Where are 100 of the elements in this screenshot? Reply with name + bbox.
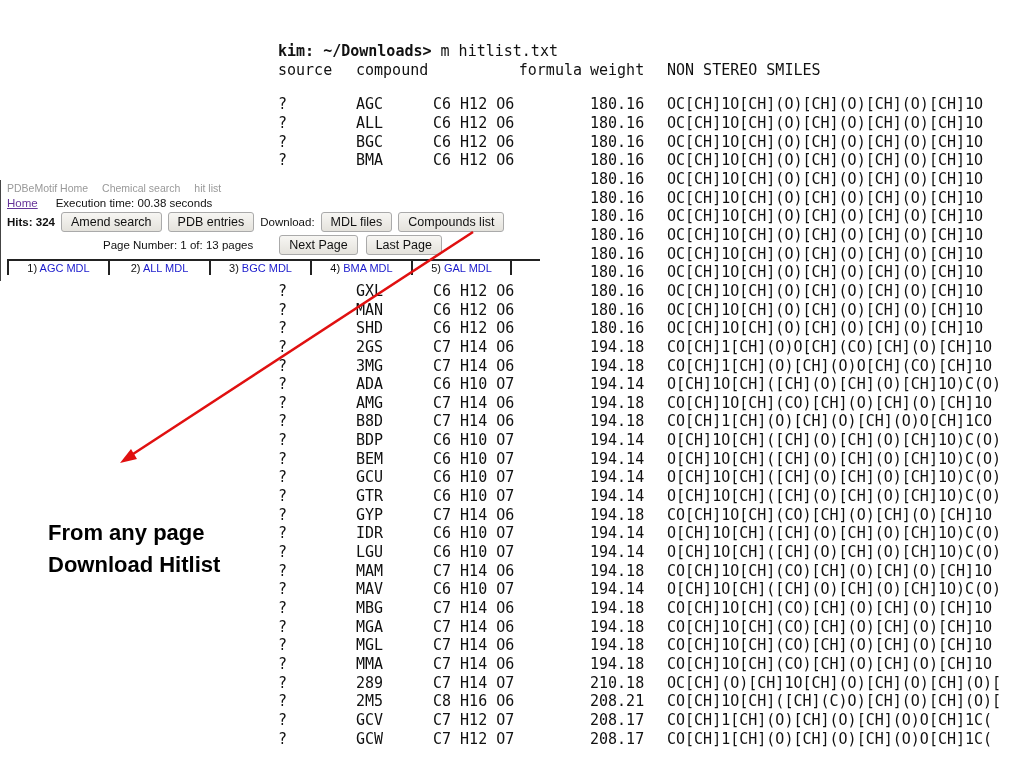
- weight-text: 180.16: [590, 113, 646, 133]
- compound-code: MAN: [356, 300, 385, 320]
- smiles-text: O[CH]1O[CH]([CH](O)[CH](O)[CH]1O)C(O): [667, 375, 1002, 394]
- smiles-text: OC[CH]1O[CH](O)[CH](O)[CH](O)[CH]1O: [667, 169, 985, 189]
- smiles-text: CO[CH]1O[CH](CO)[CH](O)[CH](O)[CH]1O: [667, 655, 994, 674]
- action-button[interactable]: PDB entries: [167, 212, 255, 232]
- weight-text: 194.14: [590, 524, 646, 544]
- download-label: Download:: [260, 216, 315, 228]
- weight-text: 208.21: [590, 692, 646, 711]
- source-text: ?: [278, 692, 289, 711]
- source-text: ?: [278, 505, 289, 525]
- page-button[interactable]: Next Page: [279, 235, 358, 255]
- smiles-text: OC[CH]1O[CH](O)[CH](O)[CH](O)[CH]1O: [667, 300, 985, 320]
- formula-text: C7 H14 O6: [433, 599, 516, 618]
- weight-text: 194.18: [590, 655, 646, 674]
- weight-text: 180.16: [590, 300, 646, 320]
- weight-text: 194.14: [590, 449, 646, 469]
- source-text: ?: [278, 132, 289, 152]
- weight-text: 180.16: [590, 207, 646, 226]
- mdl-link[interactable]: BMA MDL: [343, 262, 393, 274]
- weight-text: 180.16: [590, 132, 646, 152]
- page-button[interactable]: Last Page: [365, 235, 442, 255]
- action-button[interactable]: Amend search: [60, 212, 162, 232]
- source-text: ?: [278, 113, 289, 133]
- compound-code: GCU: [356, 468, 385, 488]
- compound-code: MAM: [356, 561, 385, 581]
- source-text: ?: [278, 543, 289, 562]
- formula-text: C6 H10 O7: [433, 468, 516, 488]
- formula-text: C7 H14 O6: [433, 636, 516, 655]
- formula-text: C6 H12 O6: [433, 113, 516, 133]
- formula-text: C6 H10 O7: [433, 524, 516, 544]
- compound-code: MGA: [356, 617, 385, 637]
- source-text: ?: [278, 487, 289, 506]
- download-button[interactable]: MDL files: [320, 212, 393, 232]
- smiles-text: OC[CH]1O[CH](O)[CH](O)[CH](O)[CH]1O: [667, 281, 985, 301]
- smiles-text: O[CH]1O[CH]([CH](O)[CH](O)[CH]1O)C(O): [667, 449, 1002, 469]
- smiles-text: OC[CH]1O[CH](O)[CH](O)[CH](O)[CH]1O: [667, 188, 985, 208]
- smiles-text: CO[CH]1O[CH]([CH](C)O)[CH](O)[CH](O)[: [667, 692, 1002, 711]
- smiles-text: CO[CH]1[CH](O)[CH](O)O[CH](CO)[CH]1O: [667, 356, 994, 376]
- mdl-link[interactable]: AGC MDL: [39, 262, 90, 274]
- compound-code: 289: [356, 673, 385, 693]
- weight-text: 208.17: [590, 710, 646, 730]
- source-text: ?: [278, 393, 289, 413]
- formula-text: C6 H10 O7: [433, 431, 516, 450]
- mdl-link[interactable]: BGC MDL: [241, 262, 292, 274]
- weight-text: 194.14: [590, 487, 646, 506]
- column-header: NON STEREO SMILES: [667, 60, 822, 80]
- column-header: formula: [517, 60, 583, 80]
- weight-text: 180.16: [590, 263, 646, 282]
- weight-text: 180.16: [590, 319, 646, 338]
- formula-text: C6 H10 O7: [433, 543, 516, 562]
- weight-text: 194.14: [590, 431, 646, 450]
- home-link[interactable]: Home: [7, 197, 38, 209]
- mdl-link[interactable]: ALL MDL: [142, 262, 189, 274]
- formula-text: C7 H12 O7: [433, 710, 516, 730]
- compound-code: MMA: [356, 655, 385, 674]
- compound-code: ALL: [356, 113, 385, 133]
- smiles-text: CO[CH]1O[CH](CO)[CH](O)[CH](O)[CH]1O: [667, 561, 994, 581]
- compound-code: GTR: [356, 487, 385, 506]
- smiles-text: OC[CH]1O[CH](O)[CH](O)[CH](O)[CH]1O: [667, 319, 985, 338]
- weight-text: 194.18: [590, 337, 646, 357]
- smiles-text: OC[CH]1O[CH](O)[CH](O)[CH](O)[CH]1O: [667, 225, 985, 245]
- source-text: ?: [278, 617, 289, 637]
- weight-text: 180.16: [590, 151, 646, 170]
- weight-text: 180.16: [590, 95, 646, 114]
- smiles-text: O[CH]1O[CH]([CH](O)[CH](O)[CH]1O)C(O): [667, 468, 1002, 488]
- compound-code: GYP: [356, 505, 385, 525]
- source-text: ?: [278, 375, 289, 394]
- formula-text: C7 H14 O6: [433, 617, 516, 637]
- compound-code: B8D: [356, 412, 385, 432]
- source-text: ?: [278, 151, 289, 170]
- smiles-text: CO[CH]1O[CH](CO)[CH](O)[CH](O)[CH]1O: [667, 599, 994, 618]
- weight-text: 194.18: [590, 599, 646, 618]
- weight-text: 210.18: [590, 673, 646, 693]
- compound-code: 3MG: [356, 356, 385, 376]
- compound-code: MAV: [356, 580, 385, 600]
- source-text: ?: [278, 655, 289, 674]
- weight-text: 180.16: [590, 188, 646, 208]
- smiles-text: CO[CH]1O[CH](CO)[CH](O)[CH](O)[CH]1O: [667, 636, 994, 655]
- source-text: ?: [278, 356, 289, 376]
- source-text: ?: [278, 337, 289, 357]
- formula-text: C7 H14 O6: [433, 412, 516, 432]
- mdl-link[interactable]: GAL MDL: [443, 262, 492, 274]
- smiles-text: CO[CH]1[CH](O)[CH](O)[CH](O)O[CH]1CO: [667, 412, 994, 432]
- result-number: 1): [27, 262, 39, 274]
- caption-text: From any page Download Hitlist: [48, 519, 221, 579]
- download-button[interactable]: Compounds list: [398, 212, 505, 232]
- weight-text: 194.14: [590, 543, 646, 562]
- formula-text: C6 H12 O6: [433, 132, 516, 152]
- result-number: 4): [330, 262, 342, 274]
- weight-text: 194.18: [590, 505, 646, 525]
- formula-text: C7 H12 O7: [433, 729, 516, 749]
- column-header: source: [278, 60, 334, 80]
- formula-text: C8 H16 O6: [433, 692, 516, 711]
- weight-text: 194.18: [590, 617, 646, 637]
- compound-code: LGU: [356, 543, 385, 562]
- compound-code: MGL: [356, 636, 385, 655]
- weight-text: 194.18: [590, 636, 646, 655]
- weight-text: 180.16: [590, 281, 646, 301]
- source-text: ?: [278, 431, 289, 450]
